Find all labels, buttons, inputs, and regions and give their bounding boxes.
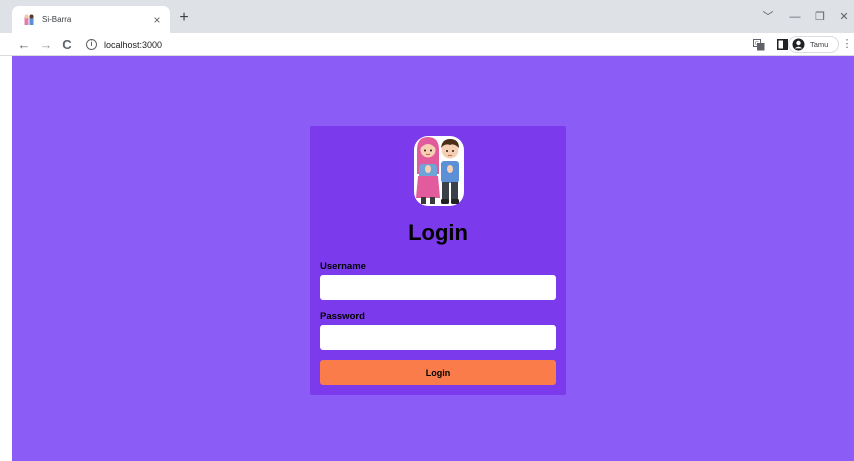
username-input[interactable] [320, 275, 556, 300]
browser-toolbar: ← → C i localhost:3000 G Tamu ⋮ [0, 33, 854, 56]
window-close-icon[interactable]: ✕ [836, 10, 852, 24]
address-bar[interactable]: i localhost:3000 [80, 36, 736, 53]
info-icon[interactable]: i [86, 39, 97, 50]
more-menu-icon[interactable]: ⋮ [842, 37, 853, 52]
forward-arrow-icon[interactable]: → [38, 36, 54, 52]
profile-icon [792, 38, 805, 51]
password-input[interactable] [320, 325, 556, 350]
login-title: Login [408, 220, 468, 245]
minimize-icon[interactable]: — [787, 10, 803, 24]
profile-name: Tamu [810, 40, 829, 49]
password-label: Password [320, 311, 365, 322]
tab-title: Si-Barra [42, 15, 72, 24]
profile-chip[interactable]: Tamu [788, 36, 839, 53]
reload-icon[interactable]: C [59, 36, 75, 52]
restore-icon[interactable]: ❐ [812, 10, 828, 24]
url-text[interactable]: localhost:3000 [104, 40, 162, 50]
couple-favicon-icon [22, 13, 36, 27]
login-card: Login Username Password Login [310, 126, 566, 395]
back-arrow-icon[interactable]: ← [16, 36, 32, 52]
translate-icon[interactable]: G [752, 37, 766, 52]
tab-search-icon[interactable]: ﹀ [760, 10, 776, 24]
couple-mascot-icon [411, 134, 467, 208]
login-button[interactable]: Login [320, 360, 556, 385]
svg-text:G: G [755, 41, 759, 47]
username-label: Username [320, 261, 366, 272]
close-tab-icon[interactable]: × [150, 13, 164, 27]
browser-tab[interactable]: Si-Barra × [12, 6, 170, 33]
tab-strip: Si-Barra × + ﹀ — ❐ ✕ [0, 0, 854, 33]
page-viewport: Login Username Password Login [12, 56, 854, 461]
side-panel-icon[interactable] [776, 37, 788, 52]
new-tab-icon[interactable]: + [176, 10, 192, 26]
